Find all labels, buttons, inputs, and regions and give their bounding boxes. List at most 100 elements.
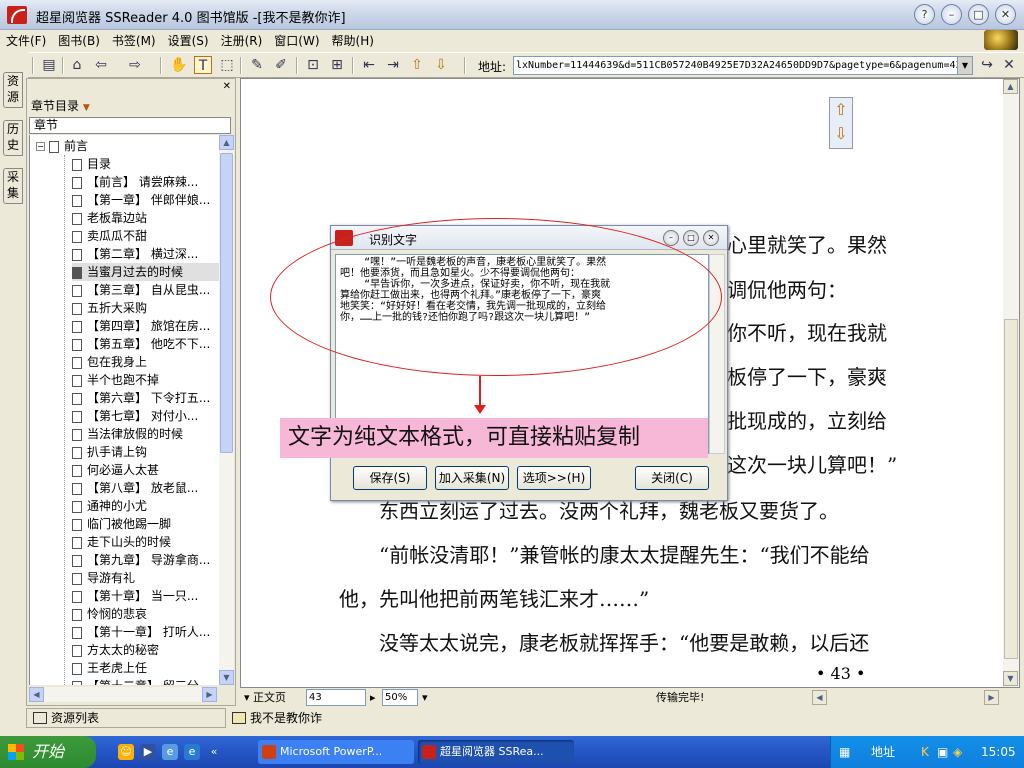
antivirus-icon[interactable]: K [921,736,929,768]
annotate-icon[interactable]: ✎ [248,56,266,74]
doc-scroll-thumb[interactable] [1004,319,1018,659]
tree-item[interactable]: 卖瓜瓜不甜 [72,227,219,245]
menu-book[interactable]: 图书(B) [52,30,106,51]
tree-item[interactable]: 方太太的秘密 [72,641,219,659]
tree-item[interactable]: 半个也跑不掉 [72,371,219,389]
tree-item[interactable]: 目录 [72,155,219,173]
task-ssreader[interactable]: 超星阅览器 SSRea... [418,740,574,764]
tray-address-label[interactable]: 地址 [871,736,895,768]
menu-bookmark[interactable]: 书签(M) [106,30,162,51]
start-button[interactable]: 开始 [0,736,96,768]
task-powerpoint[interactable]: Microsoft PowerP... [258,740,414,764]
zoom-field[interactable]: 50% [382,689,418,706]
close-dialog-button[interactable]: 关闭(C) [635,466,709,490]
fit-page-icon[interactable]: ⊡ [304,56,322,74]
tree-item[interactable]: 【第一章】 伴郎伴娘... [72,191,219,209]
panel-header[interactable]: 章节目录 ▼ [31,97,90,114]
page-down-arrow-icon[interactable]: ⇩ [830,122,852,146]
fit-width-icon[interactable]: ⊞ [328,56,346,74]
page-up-arrow-icon[interactable]: ⇧ [830,98,852,122]
minimize-button[interactable]: – [941,4,962,25]
document-scrollbar[interactable]: ▲ ▼ [1003,79,1019,687]
add-collect-button[interactable]: 加入采集(N) [435,466,509,490]
resource-list-tab[interactable]: 资源列表 [26,708,226,728]
tree-scrollbar[interactable]: ▲ ▼ [219,135,234,685]
address-input[interactable]: lxNumber=11444639&d=511CB057240B4925E7D3… [513,56,973,75]
scroll-left-icon[interactable]: ◀ [29,687,44,702]
document-tab[interactable]: 我不是教你诈 [230,708,430,728]
tree-item[interactable]: 【前言】 请尝麻辣... [72,173,219,191]
vtab-history[interactable]: 历史 [3,120,23,156]
home-icon[interactable]: ⌂ [68,56,86,74]
tree-item[interactable]: 当蜜月过去的时候 [72,263,219,281]
forward-icon[interactable]: ⇨ [126,56,144,74]
menu-window[interactable]: 窗口(W) [268,30,325,51]
tree-hscrollbar[interactable]: ◀ ▶ [29,687,217,702]
tree-item[interactable]: 扒手请上钩 [72,443,219,461]
shield-icon[interactable]: ◈ [953,736,962,768]
network-icon[interactable]: ▣ [937,736,948,768]
region-select-icon[interactable]: ⬚ [218,56,236,74]
hscroll-left-icon[interactable]: ◀ [812,690,827,705]
tree-item[interactable]: 【第十一章】 打听人... [72,623,219,641]
sidebar-toggle-icon[interactable]: ▤ [40,56,58,74]
tree-item[interactable]: 王老虎上任 [72,659,219,677]
tree-item[interactable]: 临门被他踢一脚 [72,515,219,533]
menu-settings[interactable]: 设置(S) [162,30,215,51]
view-mode-dropdown[interactable]: ▾ 正文页 [244,689,286,706]
tree-item[interactable]: 【第五章】 他吃不下... [72,335,219,353]
tree-item[interactable]: 【第十二章】 留三分... [72,677,219,685]
tree-item[interactable]: 【第十章】 当一只... [72,587,219,605]
page-down-icon[interactable]: ⇩ [432,56,450,74]
hscroll-right-icon[interactable]: ▶ [984,690,999,705]
dialog-minimize-icon[interactable]: – [663,230,679,246]
doc-scroll-up-icon[interactable]: ▲ [1003,79,1018,94]
tree-item[interactable]: 五折大采购 [72,299,219,317]
ie-icon[interactable]: e [184,744,200,760]
column-header[interactable]: 章节 [29,117,231,134]
tree-item[interactable]: 老板靠边站 [72,209,219,227]
tree-item[interactable]: 通神的小尤 [72,497,219,515]
menu-register[interactable]: 注册(R) [215,30,269,51]
first-page-icon[interactable]: ⇤ [360,56,378,74]
toolbar-close-icon[interactable]: ✕ [1000,56,1018,74]
scroll-right-icon[interactable]: ▶ [202,687,217,702]
tree-root[interactable]: − 前言 [36,137,88,155]
tree-item[interactable]: 【第九章】 导游拿商... [72,551,219,569]
tree-item[interactable]: 怜悯的悲哀 [72,605,219,623]
zoom-dropdown-icon[interactable]: ▾ [422,689,428,706]
tree-item[interactable]: 【第八章】 放老鼠... [72,479,219,497]
menu-help[interactable]: 帮助(H) [326,30,380,51]
messenger-icon[interactable]: ☺ [118,744,134,760]
close-button[interactable]: ✕ [995,4,1016,25]
tree-item[interactable]: 【第四章】 旅馆在房... [72,317,219,335]
go-icon[interactable]: ↪ [978,56,996,74]
page-input[interactable]: 43 [306,689,366,706]
highlight-icon[interactable]: ✐ [272,56,290,74]
last-page-icon[interactable]: ⇥ [384,56,402,74]
browser-icon[interactable]: e [162,744,178,760]
tree-item[interactable]: 何必逼人太甚 [72,461,219,479]
maximize-button[interactable]: □ [968,4,989,25]
menu-file[interactable]: 文件(F) [0,30,52,51]
scroll-thumb[interactable] [220,153,233,453]
panel-close-icon[interactable]: ✕ [223,81,231,92]
text-select-icon[interactable]: T [194,56,212,74]
save-button[interactable]: 保存(S) [353,466,427,490]
scroll-up-icon[interactable]: ▲ [219,135,234,150]
vtab-resources[interactable]: 资源 [3,72,23,108]
tree-item[interactable]: 【第三章】 自从昆虫... [72,281,219,299]
scroll-down-icon[interactable]: ▼ [219,670,234,685]
dialog-close-icon[interactable]: ✕ [703,230,719,246]
page-go-icon[interactable]: ▸ [370,689,376,706]
options-button[interactable]: 选项>>(H) [517,466,591,490]
tree-item[interactable]: 走下山头的时候 [72,533,219,551]
address-dropdown-icon[interactable]: ▼ [957,57,972,74]
dialog-maximize-icon[interactable]: □ [683,230,699,246]
vtab-collect[interactable]: 采集 [3,168,23,204]
collapse-icon[interactable]: − [36,142,45,151]
keyboard-icon[interactable]: ▦ [839,736,850,768]
tree-item[interactable]: 包在我身上 [72,353,219,371]
tree-item[interactable]: 【第六章】 下令打五... [72,389,219,407]
page-up-icon[interactable]: ⇧ [408,56,426,74]
